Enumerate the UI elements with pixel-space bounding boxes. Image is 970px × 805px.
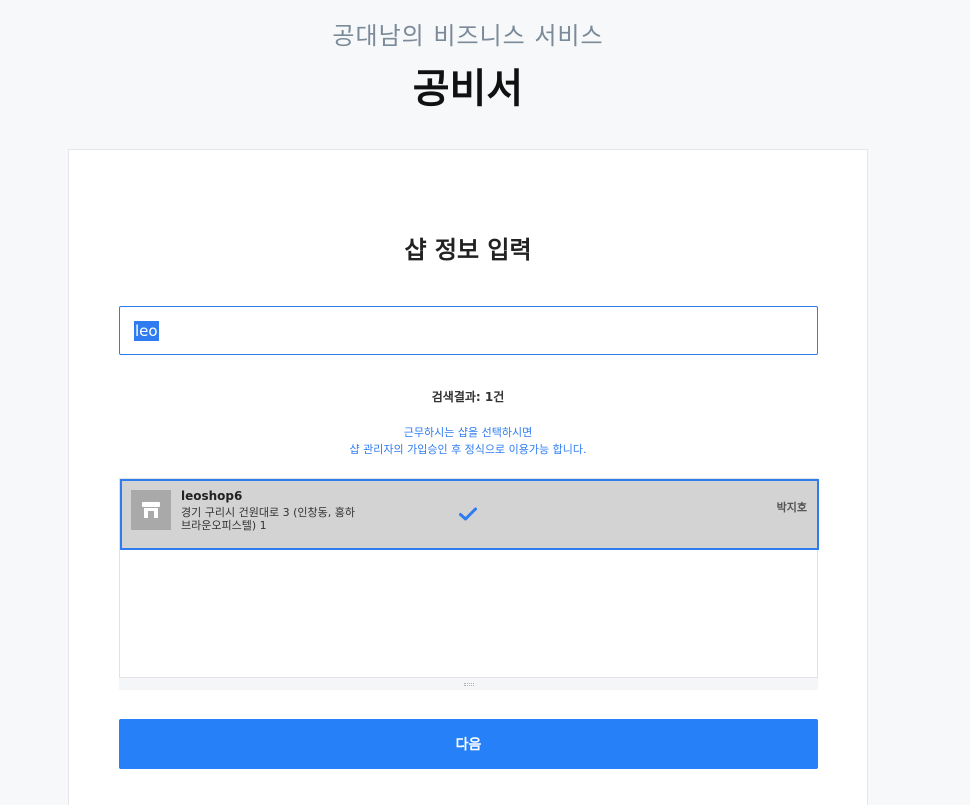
search-result-count: 검색결과: 1건 [431, 390, 505, 404]
shop-result-list[interactable]: leoshop6 경기 구리시 건원대로 3 (인창동, 홍하브라운오피스텔) … [119, 478, 819, 678]
grip-icon [463, 682, 474, 686]
shop-result-item[interactable]: leoshop6 경기 구리시 건원대로 3 (인창동, 홍하브라운오피스텔) … [120, 479, 819, 550]
check-icon [459, 506, 477, 525]
shop-name: leoshop6 [181, 489, 243, 503]
list-resize-handle[interactable] [119, 678, 818, 690]
search-text-selection: leo [134, 321, 159, 341]
shop-search-box[interactable]: leo [119, 306, 818, 355]
approval-notice: 근무하시는 샵을 선택하시면 샵 관리자의 가입승인 후 정식으로 이용가능 합… [69, 424, 867, 458]
next-button[interactable]: 다음 [119, 719, 818, 769]
brand-title: 공비서 [412, 66, 524, 112]
notice-line-2: 샵 관리자의 가입승인 후 정식으로 이용가능 합니다. [349, 443, 587, 456]
shop-search-input[interactable] [134, 321, 817, 340]
brand-subtitle: 공대남의 비즈니스 서비스 [332, 22, 604, 50]
shop-owner-name: 박지호 [776, 501, 807, 514]
shop-address: 경기 구리시 건원대로 3 (인창동, 홍하브라운오피스텔) 1 [181, 506, 355, 532]
notice-line-1: 근무하시는 샵을 선택하시면 [403, 426, 533, 439]
store-icon [131, 490, 171, 530]
shop-info-card: 샵 정보 입력 leo 검색결과: 1건 근무하시는 샵을 선택하시면 샵 관리… [68, 149, 868, 805]
page-title: 샵 정보 입력 [404, 236, 532, 264]
